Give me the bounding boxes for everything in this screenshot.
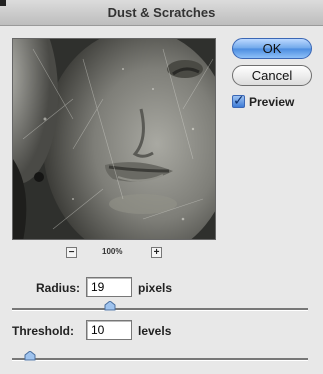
preview-label: Preview (249, 95, 295, 109)
threshold-input[interactable]: 10 (86, 320, 132, 340)
threshold-label: Threshold: (12, 324, 74, 338)
zoom-controls: − 100% + (0, 246, 240, 262)
checkmark-icon: ✓ (233, 92, 245, 108)
threshold-slider-thumb[interactable] (24, 351, 36, 361)
radius-slider-thumb[interactable] (104, 301, 116, 311)
zoom-in-button[interactable]: + (151, 247, 162, 258)
zoom-level: 100% (102, 247, 123, 256)
radius-slider-track[interactable] (12, 308, 308, 311)
title-bar: Dust & Scratches (0, 0, 323, 26)
radius-unit: pixels (138, 281, 173, 295)
image-preview[interactable] (12, 38, 216, 240)
preview-photo (13, 39, 215, 239)
zoom-out-button[interactable]: − (66, 247, 77, 258)
dialog-title: Dust & Scratches (107, 5, 216, 20)
cancel-button[interactable]: Cancel (232, 65, 312, 86)
preview-checkbox[interactable]: ✓ (232, 92, 245, 108)
threshold-unit: levels (138, 324, 172, 338)
threshold-slider-track[interactable] (12, 358, 308, 361)
radius-input[interactable]: 19 (86, 277, 132, 297)
radius-label: Radius: (36, 281, 81, 295)
ok-button[interactable]: OK (232, 38, 312, 59)
